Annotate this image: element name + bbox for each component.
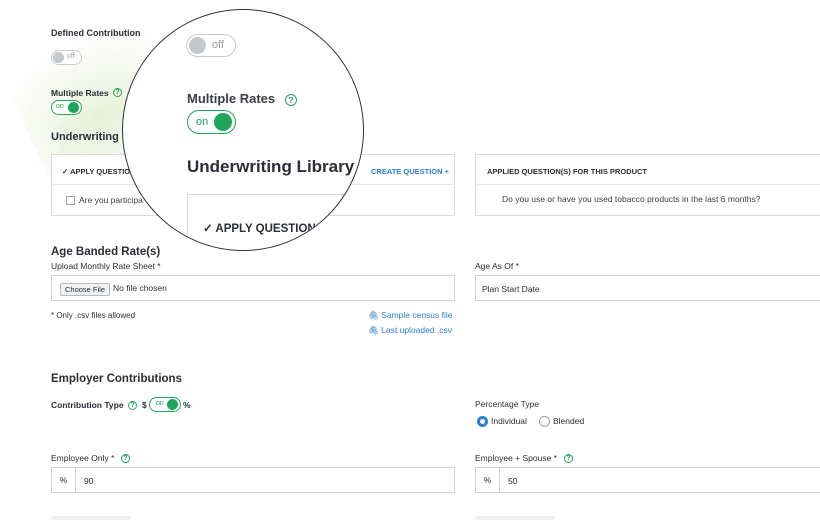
upload-label: Upload Monthly Rate Sheet * — [51, 261, 161, 271]
applied-questions-header: APPLIED QUESTION(S) FOR THIS PRODUCT — [487, 167, 648, 176]
toggle-text: on — [156, 400, 164, 407]
employer-contributions-title: Employer Contributions — [51, 373, 182, 385]
employee-only-value: 90 — [84, 476, 94, 486]
contribution-type-toggle[interactable]: on — [149, 397, 181, 412]
toggle-text: on — [56, 103, 64, 110]
file-status: No file chosen — [113, 283, 167, 293]
magnified-on-toggle[interactable]: on — [187, 110, 236, 134]
applied-questions-panel: APPLIED QUESTION(S) FOR THIS PRODUCT Do … — [475, 154, 820, 216]
defined-contribution-toggle[interactable]: off — [51, 50, 82, 65]
help-icon[interactable]: ? — [121, 454, 130, 463]
percentage-type-label: Percentage Type — [475, 399, 540, 409]
underwriting-title: Underwriting L — [51, 131, 129, 143]
sample-census-link[interactable]: 🖇︎ Sample census file — [368, 310, 453, 321]
applied-question-text: Do you use or have you used tobacco prod… — [502, 194, 761, 204]
csv-note: * Only .csv files allowed — [51, 311, 136, 320]
multiple-rates-toggle[interactable]: on — [51, 100, 82, 115]
sample-census-label: Sample census file — [381, 310, 453, 320]
toggle-knob — [53, 52, 64, 63]
plus-icon: + — [444, 167, 450, 176]
help-icon[interactable]: ? — [128, 401, 137, 410]
create-question-label: CREATE QUESTION — [371, 167, 443, 176]
employee-spouse-input[interactable]: % 50 — [475, 467, 820, 493]
question-text: Are you participa — [79, 195, 143, 205]
last-uploaded-label: Last uploaded .csv — [381, 325, 453, 335]
toggle-knob — [167, 399, 178, 410]
magnifier-lens: off Multiple Rates ? on Underwriting Lib… — [122, 9, 364, 251]
question-checkbox[interactable] — [66, 196, 75, 205]
radio-blended-label: Blended — [553, 416, 585, 426]
magnified-multiple-rates-label: Multiple Rates — [187, 91, 276, 106]
multiple-rates-label: Multiple Rates — [51, 88, 109, 98]
magnified-apply-question[interactable]: ✓ APPLY QUESTION — [203, 221, 316, 235]
employee-only-input[interactable]: % 90 — [51, 467, 455, 493]
toggle-text: off — [212, 39, 225, 51]
toggle-knob — [214, 113, 232, 131]
age-as-of-label: Age As Of * — [475, 261, 519, 271]
employee-only-label: Employee Only * — [51, 453, 115, 463]
employee-spouse-value: 50 — [508, 476, 518, 486]
age-banded-title: Age Banded Rate(s) — [51, 246, 161, 258]
contribution-type-label: Contribution Type — [51, 400, 124, 410]
dollar-label: $ — [142, 400, 147, 410]
magnified-library-title: Underwriting Library — [187, 157, 355, 176]
paperclip-icon: 🖇︎ — [368, 310, 379, 320]
radio-individual-label: Individual — [491, 416, 527, 426]
percent-label: % — [183, 400, 191, 410]
help-icon[interactable]: ? — [564, 454, 573, 463]
magnified-library-panel: ✓ APPLY QUESTION — [187, 194, 363, 250]
radio-individual[interactable] — [477, 416, 488, 427]
help-icon[interactable]: ? — [285, 94, 297, 106]
age-as-of-select[interactable]: Plan Start Date — [475, 275, 820, 301]
faded-row — [51, 516, 131, 520]
defined-contribution-label: Defined Contribution — [51, 28, 141, 38]
faded-row — [475, 516, 555, 520]
help-icon[interactable]: ? — [113, 88, 122, 97]
percent-prefix: % — [476, 468, 500, 492]
apply-question-header[interactable]: ✓ APPLY QUESTIO — [62, 167, 130, 176]
last-uploaded-link[interactable]: 🖇︎ Last uploaded .csv — [368, 325, 452, 336]
choose-file-button[interactable]: Choose File — [60, 283, 111, 296]
age-as-of-value: Plan Start Date — [482, 284, 540, 294]
toggle-knob — [68, 102, 79, 113]
radio-blended[interactable] — [539, 416, 550, 427]
paperclip-icon: 🖇︎ — [368, 325, 379, 335]
toggle-knob — [189, 37, 206, 54]
toggle-text: on — [196, 116, 209, 128]
toggle-text: off — [67, 53, 75, 60]
employee-spouse-label: Employee + Spouse * — [475, 453, 557, 463]
percent-prefix: % — [52, 468, 76, 492]
magnified-off-toggle[interactable]: off — [186, 34, 236, 57]
file-upload-field[interactable]: Choose File No file chosen — [51, 275, 455, 301]
create-question-link[interactable]: CREATE QUESTION + — [371, 167, 449, 176]
